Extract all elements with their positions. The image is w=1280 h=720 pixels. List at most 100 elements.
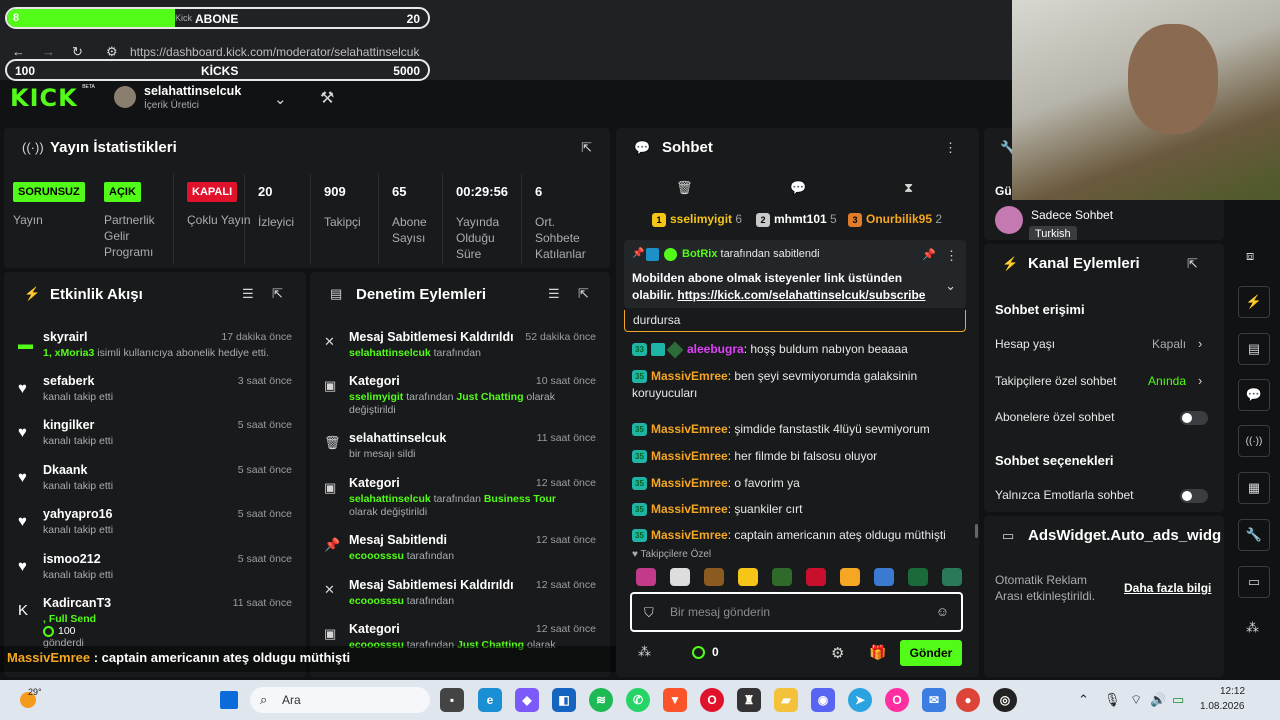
file-explorer-icon[interactable]: ▪: [440, 688, 464, 712]
clock-date[interactable]: 1.08.2026: [1200, 701, 1245, 712]
emote-icon[interactable]: [942, 568, 962, 586]
edge-icon[interactable]: e: [478, 688, 502, 712]
chat-username[interactable]: MassivEmree: [651, 528, 728, 542]
trash-icon[interactable]: 🗑: [676, 180, 693, 196]
ads-link[interactable]: Daha fazla bilgi: [1124, 581, 1211, 595]
chevron-right-icon[interactable]: ›: [1198, 336, 1202, 351]
more-vertical-icon[interactable]: ⋮: [944, 140, 957, 156]
popout-icon[interactable]: ⇱: [578, 286, 589, 302]
lightning-icon[interactable]: ⚡: [1238, 286, 1270, 318]
leaderboard-entry[interactable]: 1 sselimyigit 6: [652, 212, 742, 227]
pinned-link[interactable]: https://kick.com/selahattinselcuk/subscr…: [677, 288, 925, 302]
emote-icon[interactable]: [670, 568, 690, 586]
filter-icon[interactable]: ☰: [242, 286, 254, 302]
chat-scrollbar[interactable]: [975, 524, 978, 538]
popout-icon[interactable]: ⇱: [272, 286, 283, 302]
activity-user[interactable]: yahyapro16: [43, 507, 112, 521]
emote-icon[interactable]: [772, 568, 792, 586]
kick-logo[interactable]: KICK BETA: [10, 84, 95, 112]
capture-icon[interactable]: ⧈: [1246, 248, 1254, 264]
emote-icon[interactable]: [738, 568, 758, 586]
account-age-label[interactable]: Hesap yaşı: [995, 337, 1055, 351]
chevron-up-icon[interactable]: ⌃: [1078, 692, 1089, 708]
subs-chat-toggle[interactable]: [1180, 411, 1208, 425]
filter-icon[interactable]: ☰: [548, 286, 560, 302]
folder-icon[interactable]: ▰: [774, 688, 798, 712]
copilot-icon[interactable]: ◆: [515, 688, 539, 712]
more-vertical-icon[interactable]: ⋮: [945, 248, 958, 264]
site-info-icon[interactable]: ⚙: [106, 44, 118, 60]
chat-username[interactable]: MassivEmree: [651, 369, 728, 383]
account-age-value[interactable]: Kapalı: [1152, 337, 1186, 351]
layout-icon[interactable]: ▦: [1238, 472, 1270, 504]
battery-icon[interactable]: ▭: [1172, 692, 1184, 708]
header-user-name[interactable]: selahattinselcuk: [144, 84, 241, 98]
chat-icon[interactable]: 💬: [790, 180, 806, 196]
chevron-down-icon[interactable]: ⌄: [274, 90, 287, 108]
send-button[interactable]: Gönder: [900, 640, 962, 666]
window-icon[interactable]: ▭: [1238, 566, 1270, 598]
chat-username[interactable]: MassivEmree: [651, 502, 728, 516]
moderation-actor[interactable]: selahattinselcuk: [349, 493, 431, 505]
clock-time[interactable]: 12:12: [1220, 686, 1245, 697]
forward-icon[interactable]: →: [42, 44, 55, 59]
volume-icon[interactable]: 🔊: [1150, 692, 1166, 708]
activity-user[interactable]: kingilker: [43, 418, 94, 432]
chat-username[interactable]: MassivEmree: [651, 422, 728, 436]
emote-only-toggle[interactable]: [1180, 489, 1208, 503]
activity-user[interactable]: ismoo212: [43, 552, 101, 566]
mic-icon[interactable]: 🎙: [1104, 692, 1121, 708]
broadcast-icon[interactable]: ((·)): [1238, 425, 1270, 457]
back-icon[interactable]: ←: [12, 44, 25, 59]
popout-icon[interactable]: ⇱: [1187, 256, 1198, 272]
chrome-icon[interactable]: ●: [956, 688, 980, 712]
vpn-icon[interactable]: ✉: [922, 688, 946, 712]
leaderboard-entry[interactable]: 3 Onurbilik95 2: [848, 212, 942, 227]
emote-icon[interactable]: [806, 568, 826, 586]
opera-gx-icon[interactable]: O: [885, 688, 909, 712]
spotify-icon[interactable]: ≋: [589, 688, 613, 712]
activity-user[interactable]: sefaberk: [43, 374, 94, 388]
emote-icon[interactable]: [704, 568, 724, 586]
chat-username[interactable]: aleebugra: [687, 342, 744, 356]
game-icon[interactable]: ♜: [737, 688, 761, 712]
reload-icon[interactable]: ↻: [72, 44, 83, 60]
leaderboard-entry[interactable]: 2 mhmt101 5: [756, 212, 837, 227]
start-icon[interactable]: [220, 691, 238, 709]
bubbles-icon[interactable]: ⁂: [638, 644, 651, 660]
discord-icon[interactable]: ◉: [811, 688, 835, 712]
emote-icon[interactable]: [908, 568, 928, 586]
chat-username[interactable]: MassivEmree: [651, 449, 728, 463]
hammer-icon[interactable]: ⚒: [320, 88, 334, 108]
emote-icon[interactable]: [840, 568, 860, 586]
chat-input[interactable]: ⛉ Bir mesaj gönderin ☺: [630, 592, 963, 632]
wifi-icon[interactable]: ⌔: [1130, 692, 1142, 708]
kicks-icon[interactable]: [692, 646, 705, 659]
popout-icon[interactable]: ⇱: [581, 140, 592, 156]
followers-chat-label[interactable]: Takipçilere özel sohbet: [995, 374, 1116, 388]
chat-username[interactable]: MassivEmree: [651, 476, 728, 490]
opera-icon[interactable]: O: [700, 688, 724, 712]
activity-user[interactable]: Dkaank: [43, 463, 87, 477]
hourglass-icon[interactable]: ⧗: [904, 180, 913, 196]
url-bar[interactable]: https://dashboard.kick.com/moderator/sel…: [130, 45, 419, 59]
moderation-actor[interactable]: sselimyigit: [349, 391, 403, 403]
pin-icon[interactable]: 📌: [922, 248, 936, 261]
emote-icon[interactable]: [636, 568, 656, 586]
activity-user[interactable]: KadircanT3: [43, 596, 111, 610]
moderation-actor[interactable]: selahattinselcuk: [349, 347, 431, 359]
emoji-icon[interactable]: ☺: [936, 604, 949, 619]
taskbar-search[interactable]: ⌕ Ara: [250, 687, 430, 713]
app-icon[interactable]: ◧: [552, 688, 576, 712]
document-icon[interactable]: ▤: [1238, 333, 1270, 365]
emote-icon[interactable]: [874, 568, 894, 586]
chevron-down-icon[interactable]: ⌄: [945, 278, 956, 294]
gift-icon[interactable]: 🎁: [869, 644, 886, 661]
obs-icon[interactable]: ◎: [993, 688, 1017, 712]
followers-chat-value[interactable]: Anında: [1148, 374, 1186, 388]
bubbles-icon[interactable]: ⁂: [1246, 620, 1259, 636]
activity-user[interactable]: skyrairl: [43, 330, 87, 344]
whatsapp-icon[interactable]: ✆: [626, 688, 650, 712]
gear-icon[interactable]: ⚙: [831, 644, 844, 662]
wrench-icon[interactable]: 🔧: [1238, 519, 1270, 551]
